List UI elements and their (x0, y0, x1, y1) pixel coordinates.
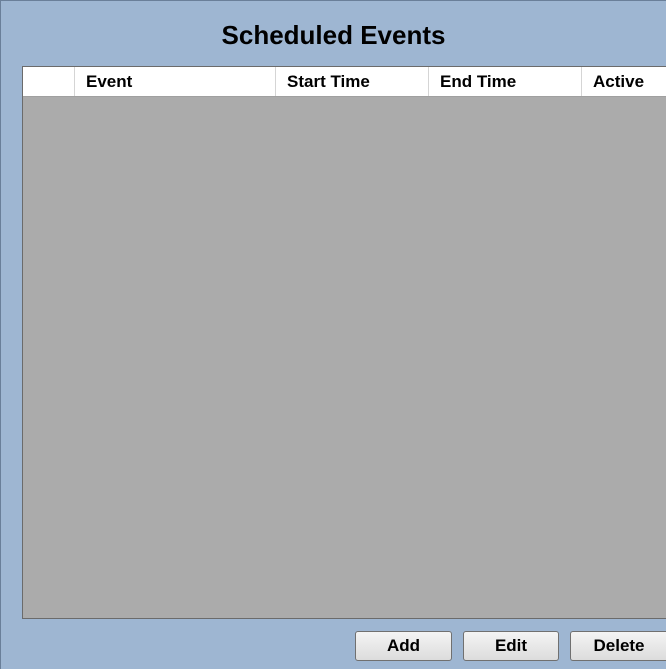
events-grid[interactable]: Event Start Time End Time Active (22, 66, 666, 619)
panel-title: Scheduled Events (221, 20, 446, 50)
column-header-start-time[interactable]: Start Time (276, 67, 429, 96)
delete-button[interactable]: Delete (570, 631, 666, 661)
add-button[interactable]: Add (355, 631, 452, 661)
column-header-active[interactable]: Active (582, 67, 666, 96)
row-selector-header[interactable] (23, 67, 75, 96)
scheduled-events-panel: Scheduled Events Event Start Time End Ti… (0, 0, 666, 669)
grid-header: Event Start Time End Time Active (23, 67, 666, 97)
edit-button[interactable]: Edit (463, 631, 559, 661)
column-header-event[interactable]: Event (75, 67, 276, 96)
grid-body-empty[interactable] (23, 97, 666, 618)
column-header-end-time[interactable]: End Time (429, 67, 582, 96)
